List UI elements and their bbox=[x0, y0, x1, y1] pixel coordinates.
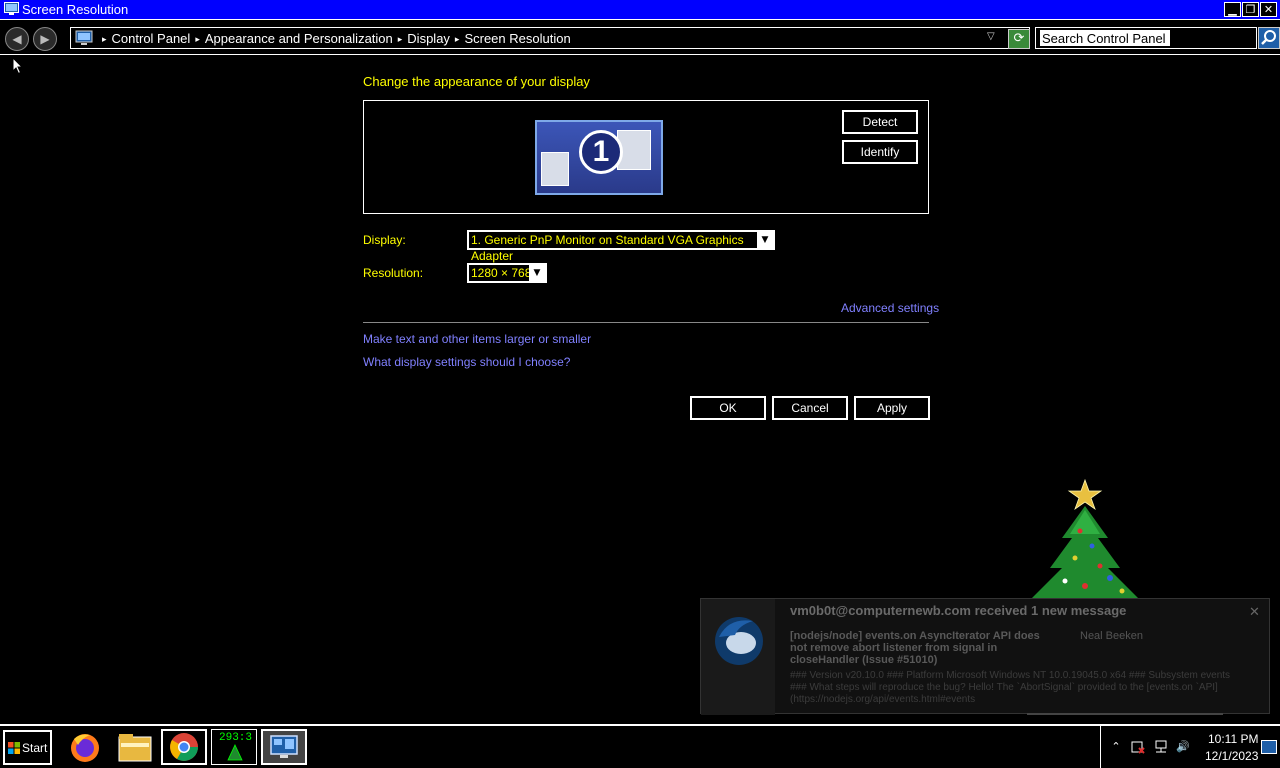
start-label: Start bbox=[22, 741, 48, 755]
christmas-tree-icon bbox=[1030, 478, 1140, 600]
address-bar: ◀ ▶ ▸ Control Panel ▸ Appearance and Person… bbox=[0, 22, 1280, 55]
restore-button[interactable]: ❐ bbox=[1242, 2, 1259, 17]
display-select[interactable]: 1. Generic PnP Monitor on Standard VGA G… bbox=[467, 230, 775, 263]
breadcrumb-separator[interactable]: ▸ bbox=[455, 34, 460, 44]
close-button[interactable]: ✕ bbox=[1260, 2, 1277, 17]
monitor-preview-window bbox=[541, 152, 569, 186]
taskbar: Start 293:3 ⌃ 🔊 10:11 PM 12/1/2023 bbox=[0, 724, 1280, 768]
identify-button[interactable]: Identify bbox=[842, 140, 918, 164]
breadcrumb-display[interactable]: Display bbox=[407, 31, 450, 46]
notifications-icon[interactable] bbox=[1261, 740, 1277, 754]
monitor-1-icon[interactable]: 1 bbox=[535, 120, 663, 195]
breadcrumb-separator[interactable]: ▸ bbox=[102, 34, 107, 44]
chrome-icon bbox=[170, 733, 198, 761]
ok-button[interactable]: OK bbox=[690, 396, 766, 420]
gpu-counter: 293:3 bbox=[219, 732, 253, 744]
taskbar-chrome[interactable] bbox=[161, 729, 207, 765]
resolution-select-value: 1280 × 768 bbox=[471, 266, 532, 280]
breadcrumb: ▸ Control Panel ▸ Appearance and Personaliz… bbox=[97, 31, 571, 46]
breadcrumb-screen-resolution[interactable]: Screen Resolution bbox=[464, 31, 570, 46]
system-tray: ⌃ 🔊 10:11 PM 12/1/2023 bbox=[1100, 726, 1280, 768]
back-button[interactable]: ◀ bbox=[5, 27, 29, 51]
display-help-link[interactable]: What display settings should I choose? bbox=[363, 355, 570, 369]
display-label: Display: bbox=[363, 233, 406, 247]
taskbar-gpu-monitor[interactable]: 293:3 bbox=[211, 729, 257, 765]
detect-button[interactable]: Detect bbox=[842, 110, 918, 134]
monitor-number: 1 bbox=[579, 130, 623, 174]
notification-subject: [nodejs/node] events.on AsyncIterator AP… bbox=[790, 630, 1040, 666]
search-icon bbox=[1261, 30, 1276, 45]
file-explorer-icon bbox=[118, 734, 152, 762]
breadcrumb-separator[interactable]: ▸ bbox=[195, 34, 200, 44]
notification-sender: Neal Beeken bbox=[1080, 630, 1143, 642]
taskbar-file-explorer[interactable] bbox=[112, 729, 158, 765]
forward-button[interactable]: ▶ bbox=[33, 27, 57, 51]
search-input[interactable] bbox=[1040, 30, 1170, 46]
control-panel-icon bbox=[75, 30, 93, 45]
search-icon[interactable] bbox=[1258, 27, 1280, 49]
title-bar: Screen Resolution ▁ ❐ ✕ bbox=[0, 0, 1280, 20]
notification-body: ### Version v20.10.0 ### Platform Micros… bbox=[790, 670, 1231, 705]
apply-button[interactable]: Apply bbox=[854, 396, 930, 420]
resolution-label: Resolution: bbox=[363, 266, 424, 280]
taskbar-screen-resolution[interactable] bbox=[261, 729, 307, 765]
monitor-arrangement-panel: 1 Detect Identify bbox=[363, 100, 929, 214]
breadcrumb-appearance[interactable]: Appearance and Personalization bbox=[205, 31, 393, 46]
cancel-button[interactable]: Cancel bbox=[772, 396, 848, 420]
start-button[interactable]: Start bbox=[3, 730, 52, 765]
show-hidden-icons-icon[interactable]: ⌃ bbox=[1109, 740, 1123, 754]
chevron-down-icon[interactable]: ▼ bbox=[529, 265, 545, 281]
volume-icon[interactable]: 🔊 bbox=[1176, 740, 1190, 754]
resolution-select[interactable]: 1280 × 768 ▼ bbox=[467, 263, 547, 283]
firefox-icon bbox=[71, 734, 99, 762]
page-heading: Change the appearance of your display bbox=[363, 74, 590, 89]
action-center-icon[interactable] bbox=[1131, 740, 1145, 754]
chevron-down-icon[interactable]: ▼ bbox=[757, 232, 773, 248]
advanced-settings-link[interactable]: Advanced settings bbox=[841, 301, 939, 315]
windows-flag-icon bbox=[8, 742, 20, 754]
minimize-button[interactable]: ▁ bbox=[1224, 2, 1241, 17]
notification-scrollbar[interactable] bbox=[1027, 713, 1223, 715]
refresh-icon[interactable]: ⟳ bbox=[1008, 29, 1030, 49]
search-box[interactable] bbox=[1035, 27, 1257, 49]
close-icon[interactable]: ✕ bbox=[1249, 605, 1260, 620]
notification-title: vm0b0t@computernewb.com received 1 new m… bbox=[790, 603, 1127, 618]
breadcrumb-separator[interactable]: ▸ bbox=[398, 34, 403, 44]
window-title: Screen Resolution bbox=[22, 2, 129, 17]
monitor-icon bbox=[270, 735, 298, 758]
clock-time[interactable]: 10:11 PM bbox=[1208, 732, 1258, 746]
thunderbird-icon bbox=[715, 617, 763, 665]
clock-date[interactable]: 12/1/2023 bbox=[1205, 749, 1258, 763]
taskbar-firefox[interactable] bbox=[62, 729, 108, 765]
control-panel-icon bbox=[4, 2, 19, 15]
network-icon[interactable] bbox=[1154, 740, 1168, 754]
email-notification[interactable]: vm0b0t@computernewb.com received 1 new m… bbox=[700, 598, 1270, 715]
display-select-value: 1. Generic PnP Monitor on Standard VGA G… bbox=[471, 233, 744, 263]
christmas-tree-icon bbox=[227, 744, 243, 761]
mouse-cursor-icon bbox=[12, 57, 24, 75]
address-box[interactable]: ▸ Control Panel ▸ Appearance and Personaliz… bbox=[70, 27, 1030, 49]
divider bbox=[363, 322, 929, 323]
address-history-dropdown[interactable]: ▽ bbox=[987, 31, 995, 42]
text-size-link[interactable]: Make text and other items larger or smal… bbox=[363, 332, 591, 346]
notification-icon-pane bbox=[701, 599, 775, 715]
breadcrumb-control-panel[interactable]: Control Panel bbox=[112, 31, 191, 46]
